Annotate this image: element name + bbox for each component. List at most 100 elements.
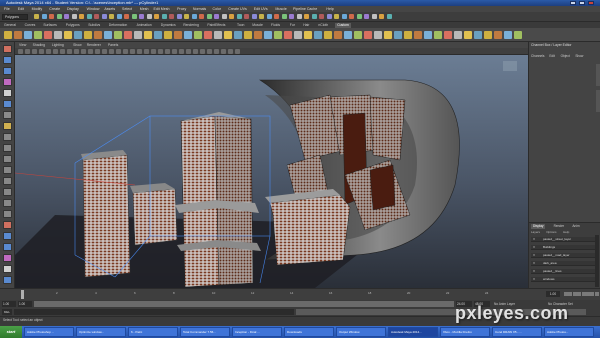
viewport-tool-icon[interactable]	[74, 49, 79, 54]
viewport-tool-icon[interactable]	[228, 49, 233, 54]
step-forward-key-button[interactable]	[590, 292, 595, 296]
layer-visibility-toggle[interactable]: V	[533, 261, 535, 266]
layer-row[interactable]: Vpasted__street_layer	[531, 237, 595, 242]
taskbar-item[interactable]: Adobe Photos...	[544, 327, 594, 337]
toolbox-tool-icon[interactable]	[3, 177, 12, 185]
shelf-tool-icon[interactable]	[394, 31, 402, 39]
shelf-tool-icon[interactable]	[314, 31, 322, 39]
layer-menu-options[interactable]: Options	[546, 230, 556, 234]
toolbox-tool-icon[interactable]	[3, 265, 12, 273]
status-tool-icon[interactable]	[109, 14, 114, 19]
status-tool-icon[interactable]	[56, 14, 62, 19]
shelf-tool-icon[interactable]	[504, 31, 512, 39]
shelf-tool-icon[interactable]	[254, 31, 262, 39]
toolbox-tool-icon[interactable]	[3, 243, 12, 251]
status-tool-icon[interactable]	[259, 14, 264, 19]
taskbar-item[interactable]: Adobe Photoshop ...	[24, 327, 74, 337]
status-tool-icon[interactable]	[64, 14, 69, 19]
shelf-tool-icon[interactable]	[224, 31, 232, 39]
toolbox-tool-icon[interactable]	[3, 133, 12, 141]
status-tool-icon[interactable]	[236, 14, 242, 19]
menu-set-selector[interactable]: Polygons	[2, 14, 28, 20]
status-tool-icon[interactable]	[139, 14, 144, 19]
close-button[interactable]	[588, 1, 594, 5]
status-tool-icon[interactable]	[371, 14, 377, 19]
shelf-tool-icon[interactable]	[304, 31, 312, 39]
toolbox-tool-icon[interactable]	[3, 221, 12, 229]
viewport-tool-icon[interactable]	[130, 49, 135, 54]
toolbox-tool-icon[interactable]	[3, 45, 12, 53]
status-tool-icon[interactable]	[386, 14, 392, 19]
current-frame-field[interactable]: 1.00	[546, 291, 560, 297]
status-tool-icon[interactable]	[214, 14, 219, 19]
shelf-tool-icon[interactable]	[174, 31, 182, 39]
layer-row[interactable]: Vwindows	[531, 277, 595, 282]
layer-visibility-toggle[interactable]: V	[533, 245, 535, 250]
minimize-button[interactable]	[570, 1, 576, 5]
viewport-tool-icon[interactable]	[207, 49, 212, 54]
layer-menu-help[interactable]: Help	[563, 230, 569, 234]
status-tool-icon[interactable]	[281, 14, 287, 19]
toolbox-tool-icon[interactable]	[3, 232, 12, 240]
shelf-tool-icon[interactable]	[334, 31, 342, 39]
shelf-tool-icon[interactable]	[114, 31, 122, 39]
status-tool-icon[interactable]	[311, 14, 317, 19]
layer-row[interactable]: V Buildings	[531, 245, 595, 250]
layer-row[interactable]: Vpasted__road_layer	[531, 253, 595, 258]
shelf-tool-icon[interactable]	[494, 31, 502, 39]
viewport-tool-icon[interactable]	[88, 49, 93, 54]
shelf-tool-icon[interactable]	[14, 31, 22, 39]
step-back-key-button[interactable]	[568, 292, 573, 296]
status-tool-icon[interactable]	[101, 14, 107, 19]
taskbar-item[interactable]: Xbox - Mozilla Firefox	[440, 327, 490, 337]
go-to-end-button[interactable]	[594, 292, 599, 296]
viewport-tool-icon[interactable]	[214, 49, 219, 54]
range-bar[interactable]	[34, 301, 454, 307]
viewport-tool-icon[interactable]	[235, 49, 240, 54]
shelf-tool-icon[interactable]	[24, 31, 32, 39]
shelf-tool-icon[interactable]	[214, 31, 222, 39]
side-tab-tool-settings[interactable]	[596, 90, 600, 112]
layer-tab-render[interactable]: Render	[552, 224, 566, 229]
shelf-tool-icon[interactable]	[374, 31, 382, 39]
viewport-tool-icon[interactable]	[60, 49, 65, 54]
status-tool-icon[interactable]	[176, 14, 182, 19]
toolbox-tool-icon[interactable]	[3, 254, 12, 262]
layer-visibility-toggle[interactable]: V	[533, 269, 535, 274]
shelf-tool-icon[interactable]	[104, 31, 112, 39]
channel-menu-edit[interactable]: Edit	[549, 54, 555, 59]
shelf-tool-icon[interactable]	[74, 31, 82, 39]
play-backward-button[interactable]	[577, 292, 582, 296]
viewport-tool-icon[interactable]	[179, 49, 184, 54]
shelf-tool-icon[interactable]	[444, 31, 452, 39]
toolbox-tool-icon[interactable]	[3, 276, 12, 284]
shelf-tool-icon[interactable]	[144, 31, 152, 39]
shelf-tool-icon[interactable]	[484, 31, 492, 39]
viewport-tool-icon[interactable]	[18, 49, 23, 54]
status-tool-icon[interactable]	[266, 14, 272, 19]
status-tool-icon[interactable]	[251, 14, 257, 19]
viewport-tool-icon[interactable]	[172, 49, 177, 54]
shelf-tool-icon[interactable]	[514, 31, 522, 39]
shelf-tool-icon[interactable]	[124, 31, 132, 39]
toolbox-tool-icon[interactable]	[3, 122, 12, 130]
layer-visibility-toggle[interactable]: V	[533, 237, 535, 242]
status-tool-icon[interactable]	[341, 14, 347, 19]
toolbox-tool-icon[interactable]	[3, 67, 12, 75]
status-tool-icon[interactable]	[289, 14, 294, 19]
status-tool-icon[interactable]	[146, 14, 152, 19]
shelf-tool-icon[interactable]	[344, 31, 352, 39]
toolbox-tool-icon[interactable]	[3, 155, 12, 163]
viewport-tool-icon[interactable]	[165, 49, 170, 54]
maximize-button[interactable]	[579, 1, 585, 5]
shelf-tool-icon[interactable]	[454, 31, 462, 39]
toolbox-tool-icon[interactable]	[3, 111, 12, 119]
layer-tab-anim[interactable]: Anim	[570, 224, 581, 229]
status-tool-icon[interactable]	[41, 14, 47, 19]
status-tool-icon[interactable]	[184, 14, 189, 19]
toolbox-tool-icon[interactable]	[3, 144, 12, 152]
toolbox-tool-icon[interactable]	[3, 100, 12, 108]
time-slider[interactable]: 1.00 2 4 6 8 10 12 14 16 18 20 22 24	[0, 288, 600, 300]
viewport-tool-icon[interactable]	[46, 49, 51, 54]
taskbar-item[interactable]: Downloads	[284, 327, 334, 337]
